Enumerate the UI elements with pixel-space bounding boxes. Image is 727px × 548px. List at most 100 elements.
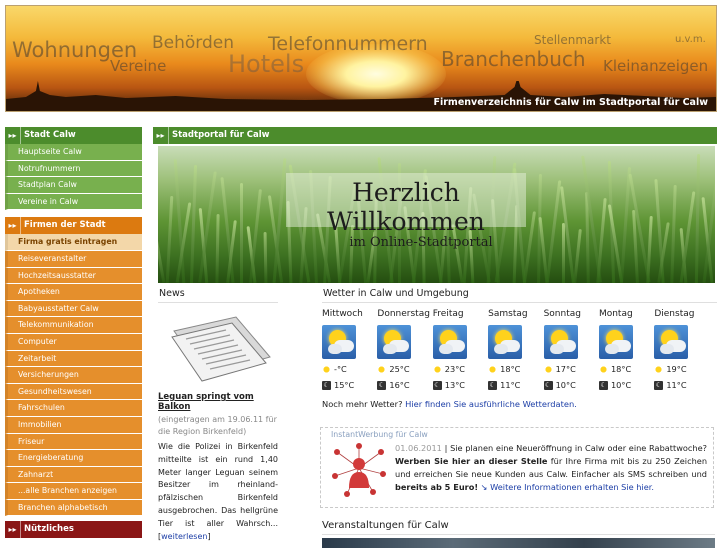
nav-item-branche[interactable]: Computer <box>5 333 142 351</box>
sun-icon <box>377 364 387 374</box>
nav-item-branche[interactable]: Zeitarbeit <box>5 350 142 368</box>
weather-day: Donnerstag 25°C ☾ 16°C <box>377 309 432 391</box>
weather-heading: Wetter in Calw und Umgebung <box>322 288 717 303</box>
weather-low-temp: 10°C <box>555 380 576 390</box>
nav-item-branche[interactable]: Versicherungen <box>5 367 142 384</box>
grass-blade <box>215 213 220 283</box>
instant-ad-intro: Sie planen eine Neueröffnung in Calw ode… <box>450 443 707 453</box>
nav-item-branche[interactable]: Immobilien <box>5 416 142 434</box>
news-article-title[interactable]: Leguan springt vom Balkon <box>158 392 278 412</box>
sun-cloud-icon <box>432 325 467 359</box>
weather-high: 18°C <box>598 363 654 375</box>
double-arrow-icon: ▸▸ <box>5 217 21 235</box>
weather-day: Montag 18°C ☾ 10°C <box>598 309 654 391</box>
grass-blade <box>573 228 582 283</box>
nav-item-branche[interactable]: Telekommunikation <box>5 317 142 334</box>
weather-forecast-row: Mittwoch -°C ☾ 15°C Donnerstag 25°C ☾ 16°C Freit… <box>322 309 717 391</box>
events-heading: Veranstaltungen für Calw <box>322 520 715 535</box>
weather-day-name: Mittwoch <box>322 309 363 319</box>
nav-list-firmen: Firma gratis eintragen Reiseveranstalter… <box>5 234 142 517</box>
network-people-icon <box>332 443 386 497</box>
moon-icon: ☾ <box>432 380 442 390</box>
weather-day: Dienstag 19°C ☾ 11°C <box>654 309 709 391</box>
sun-icon <box>322 364 331 374</box>
instant-ad-info-link[interactable]: Weitere Informationen erhalten Sie hier. <box>490 482 654 492</box>
welcome-hero-image: Herzlich Willkommen im Online-Stadtporta… <box>158 146 715 283</box>
weather-high: -°C <box>322 363 377 375</box>
left-navigation: ▸▸ Stadt Calw Hauptseite Calw Notrufnumm… <box>5 127 142 539</box>
nav-item-stadtplan[interactable]: Stadtplan Calw <box>5 177 142 194</box>
banner-keyword: Behörden <box>152 33 235 53</box>
sun-cloud-icon <box>543 325 578 359</box>
nav-item-firma-eintragen[interactable]: Firma gratis eintragen <box>5 234 142 251</box>
weather-high: 18°C <box>488 363 543 375</box>
main-section-title: Stadtportal für Calw <box>172 130 270 140</box>
nav-item-branche[interactable]: Gesundheitswesen <box>5 383 142 401</box>
weather-high-temp: 17°C <box>555 364 576 374</box>
nav-item-branchen-alphabetisch[interactable]: Branchen alphabetisch <box>5 499 142 517</box>
moon-icon: ☾ <box>322 380 331 390</box>
news-article-body: Wie die Polizei in Birkenfeld mitteilte … <box>158 441 278 543</box>
nav-item-branche[interactable]: Hochzeitsausstatter <box>5 267 142 285</box>
weather-details-link[interactable]: Hier finden Sie ausführliche Wetterdaten… <box>405 399 577 409</box>
news-article-meta: (eingetragen am 19.06.11 für die Region … <box>158 415 277 436</box>
grass-blade <box>545 180 562 283</box>
separator: | <box>441 443 451 453</box>
grass-blade <box>158 233 166 283</box>
main-content: ▸▸ Stadtportal für Calw Herzlich Willkom… <box>153 127 717 548</box>
weather-day: Mittwoch -°C ☾ 15°C <box>322 309 377 391</box>
nav-item-branche[interactable]: Babyausstatter Calw <box>5 300 142 318</box>
weather-low-temp: 11°C <box>666 380 687 390</box>
sun-icon <box>598 364 608 374</box>
nav-item-branche[interactable]: Reiseveranstalter <box>5 250 142 268</box>
instant-ad-label: InstantWerbung für Calw <box>331 430 428 439</box>
grass-blade <box>646 215 653 283</box>
sun-cloud-icon <box>598 325 633 359</box>
moon-icon: ☾ <box>654 380 664 390</box>
nav-item-alle-branchen[interactable]: ...alle Branchen anzeigen <box>5 483 142 500</box>
weather-high-temp: 18°C <box>500 364 521 374</box>
main-section-header: ▸▸ Stadtportal für Calw <box>153 127 717 144</box>
banner-tagline: Firmenverzeichnis für Calw im Stadtporta… <box>433 97 708 108</box>
nav-item-branche[interactable]: Apotheken <box>5 284 142 301</box>
weather-day-name: Donnerstag <box>377 309 430 319</box>
sun-cloud-icon <box>322 325 356 359</box>
nav-item-branche[interactable]: Fahrschulen <box>5 400 142 417</box>
welcome-subtitle: im Online-Stadtportal <box>349 235 493 250</box>
weather-low-temp: 16°C <box>389 380 410 390</box>
header-banner[interactable]: Wohnungen Behörden Telefonnummern Verein… <box>5 5 717 112</box>
welcome-banner: Herzlich Willkommen im Online-Stadtporta… <box>286 173 526 250</box>
nav-item-notrufnummern[interactable]: Notrufnummern <box>5 160 142 178</box>
events-image-strip <box>322 538 715 548</box>
double-arrow-icon: ▸▸ <box>5 521 21 539</box>
weather-widget: Wetter in Calw und Umgebung Mittwoch -°C ☾… <box>322 288 717 409</box>
read-more-link[interactable]: weiterlesen <box>161 532 207 541</box>
weather-high: 17°C <box>543 363 599 375</box>
nav-item-branche[interactable]: Zahnarzt <box>5 466 142 484</box>
instant-ad-text: 01.06.2011 | Sie planen eine Neueröffnun… <box>395 442 707 494</box>
grass-blade <box>263 231 268 283</box>
sun-icon <box>543 364 553 374</box>
double-arrow-icon: ▸▸ <box>5 127 21 144</box>
weather-high: 23°C <box>432 363 488 375</box>
nav-item-vereine[interactable]: Vereine in Calw <box>5 193 142 211</box>
weather-high-temp: 18°C <box>610 364 632 374</box>
grass-blade <box>694 153 701 283</box>
weather-high-temp: 19°C <box>666 364 687 374</box>
newspaper-icon <box>171 316 271 382</box>
weather-day-name: Sonntag <box>543 309 581 319</box>
weather-low-temp: 13°C <box>444 380 466 390</box>
weather-high-temp: 25°C <box>389 364 410 374</box>
weather-more-text: Noch mehr Wetter? <box>322 399 403 409</box>
nav-section-nuetzliches: ▸▸ Nützliches <box>5 521 142 539</box>
nav-list-stadt: Hauptseite Calw Notrufnummern Stadtplan … <box>5 144 142 211</box>
nav-item-hauptseite[interactable]: Hauptseite Calw <box>5 144 142 161</box>
banner-keyword: u.v.m. <box>675 34 706 45</box>
weather-day-name: Montag <box>598 309 633 319</box>
grass-blade <box>165 195 174 283</box>
instant-ad-highlight: Werben Sie hier an dieser Stelle <box>395 456 548 467</box>
nav-section-title: Nützliches <box>24 524 74 535</box>
sun-cloud-icon <box>488 325 523 359</box>
nav-item-branche[interactable]: Friseur <box>5 433 142 451</box>
nav-item-branche[interactable]: Energieberatung <box>5 450 142 467</box>
